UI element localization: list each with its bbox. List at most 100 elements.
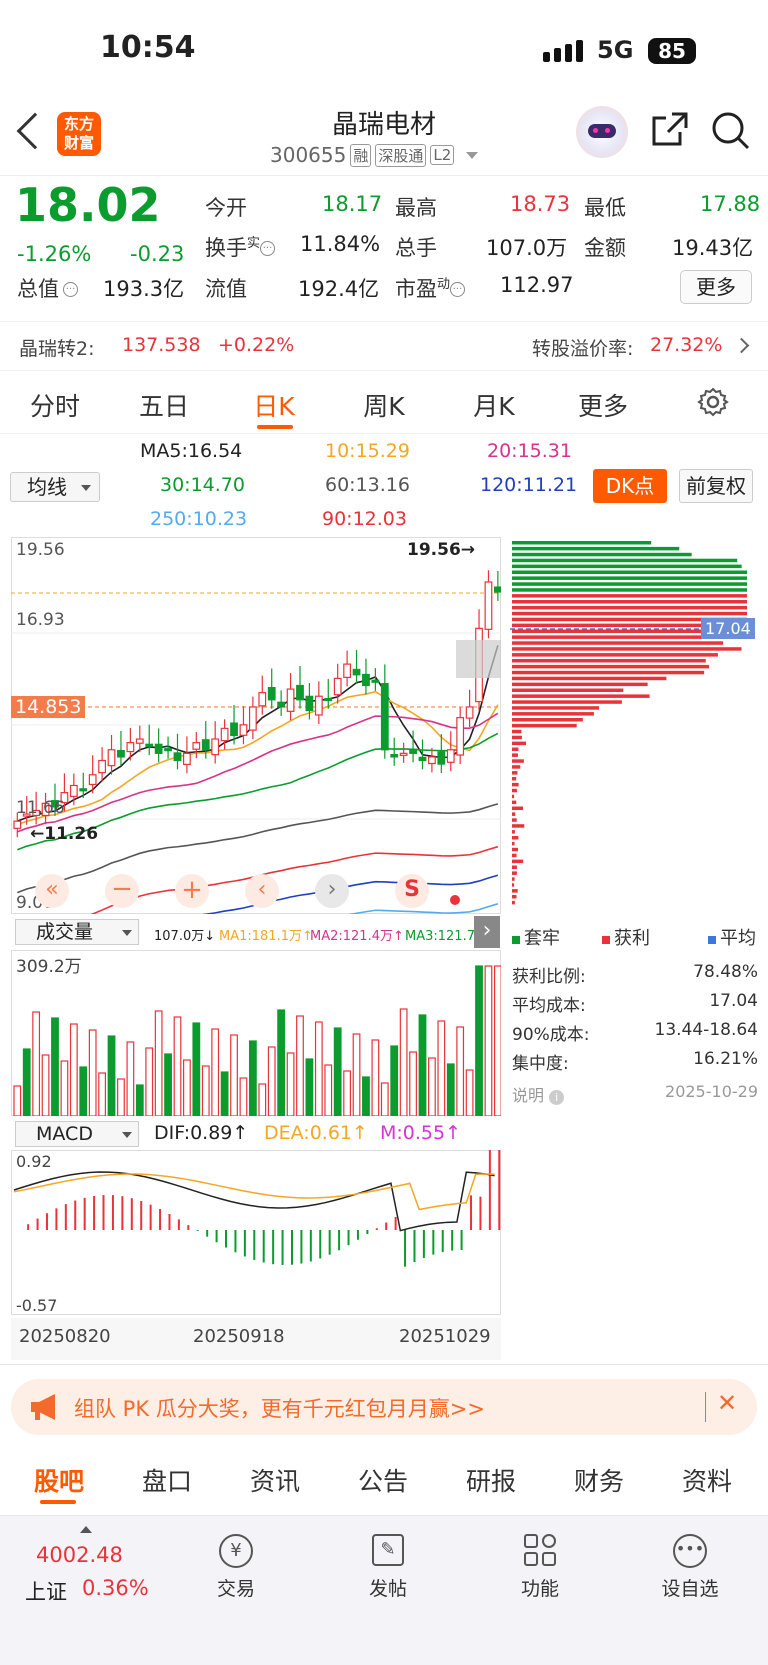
active-tab-indicator	[40, 1500, 76, 1504]
volume-bar	[476, 966, 483, 1116]
chip-bar	[512, 748, 518, 752]
concentration-label: 集中度:	[512, 1049, 569, 1074]
zoom-out-icon[interactable]: −	[105, 874, 139, 908]
stock-code-row[interactable]: 300655 融 深股通 L2	[270, 142, 478, 168]
volume-select-label: 成交量	[36, 921, 93, 943]
collapse-panel-icon[interactable]: ›	[474, 916, 500, 948]
share-icon[interactable]	[650, 110, 690, 150]
bond-change: +0.22%	[218, 334, 294, 356]
tab-guba[interactable]: 股吧	[14, 1462, 104, 1498]
s-signal-icon[interactable]: S	[395, 874, 429, 908]
badge-rong: 融	[350, 144, 371, 167]
trade-button[interactable]: ¥ 交易	[196, 1526, 276, 1606]
settings-gear-icon[interactable]	[697, 386, 729, 418]
post-button[interactable]: ✎ 发帖	[348, 1526, 428, 1606]
bond-name: 晶瑞转2:	[19, 334, 95, 361]
macd-select-label: MACD	[36, 1123, 93, 1145]
rewind-icon[interactable]: «	[35, 874, 69, 908]
pe-sup: 动	[437, 277, 450, 292]
chip-bar	[512, 571, 747, 575]
note-link[interactable]: 说明 i	[512, 1082, 564, 1106]
ma120-label: 120:11.21	[480, 474, 577, 496]
chip-bar	[512, 860, 523, 864]
volume-select[interactable]: 成交量	[15, 919, 139, 945]
legend-profit-label: 获利	[614, 928, 650, 949]
macd-chart	[11, 1150, 501, 1315]
volume-bar	[193, 1023, 200, 1116]
volume-label: 总手	[395, 232, 437, 262]
more-button[interactable]: 更多	[680, 270, 752, 304]
step-back-icon[interactable]: ‹	[245, 874, 279, 908]
info-icon[interactable]: ···	[63, 282, 78, 297]
candle-body	[174, 753, 181, 761]
candles	[14, 570, 501, 837]
tab-monthly-k[interactable]: 月K	[449, 387, 539, 423]
info-icon[interactable]: ···	[260, 241, 275, 256]
tab-daily-k[interactable]: 日K	[229, 387, 319, 423]
volume-value: 107.0万↓	[154, 925, 215, 944]
volume-bar	[99, 1073, 106, 1116]
candle-body	[457, 718, 464, 755]
content-tabs: 股吧 盘口 资讯 公告 研报 财务 资料	[0, 1450, 768, 1510]
ma30-label: 30:14.70	[160, 474, 245, 496]
chip-bar	[512, 830, 515, 834]
tab-more[interactable]: 更多	[558, 387, 648, 423]
volume-bar	[118, 1079, 125, 1116]
step-forward-icon[interactable]: ›	[315, 874, 349, 908]
volume-bar	[400, 1009, 407, 1116]
tab-announcements[interactable]: 公告	[338, 1462, 428, 1498]
index-ticker[interactable]: 4002.48 上证 0.36%	[18, 1526, 168, 1596]
index-change: 0.36%	[82, 1576, 149, 1600]
high-label: 最高	[395, 192, 437, 222]
search-icon[interactable]	[710, 110, 752, 152]
chip-bar	[512, 659, 706, 663]
tab-news[interactable]: 资讯	[230, 1462, 320, 1498]
cost90-label: 90%成本:	[512, 1020, 590, 1045]
volume-bar	[382, 1083, 389, 1116]
robot-avatar-icon[interactable]	[576, 106, 628, 158]
tab-finance[interactable]: 财务	[554, 1462, 644, 1498]
chip-bar	[512, 706, 599, 710]
convertible-bond-row[interactable]: 晶瑞转2: 137.538 +0.22% 转股溢价率: 27.32%	[0, 322, 768, 370]
chip-bar	[512, 753, 518, 757]
volume-bar	[344, 1071, 351, 1116]
candle-body	[165, 749, 172, 751]
tab-profile[interactable]: 资料	[662, 1462, 752, 1498]
last-price: 18.02	[15, 178, 161, 232]
macd-select[interactable]: MACD	[15, 1121, 139, 1147]
chip-date: 2025-10-29	[665, 1082, 758, 1101]
chip-bar	[512, 576, 747, 580]
tab-research[interactable]: 研报	[446, 1462, 536, 1498]
tab-intraday[interactable]: 分时	[10, 387, 100, 423]
close-icon[interactable]: ✕	[717, 1389, 737, 1417]
chip-bar	[512, 677, 666, 681]
volume-bar	[363, 1077, 370, 1116]
candlestick-chart[interactable]	[11, 537, 501, 914]
open-value: 18.17	[322, 192, 382, 216]
promo-banner[interactable]: 组队 PK 瓜分大奖，更有千元红包月月赢>> ✕	[11, 1379, 757, 1435]
functions-button[interactable]: 功能	[500, 1526, 580, 1606]
ma-select[interactable]: 均线	[10, 472, 100, 502]
tab-5day[interactable]: 五日	[119, 387, 209, 423]
chip-bar	[512, 795, 514, 799]
expand-up-icon	[80, 1526, 92, 1533]
candle-body	[202, 740, 209, 750]
dk-point-button[interactable]: DK点	[593, 469, 667, 503]
add-watchlist-button[interactable]: ••• 设自选	[650, 1526, 730, 1606]
chip-bar	[512, 783, 519, 787]
tab-weekly-k[interactable]: 周K	[339, 387, 429, 423]
chip-bar	[512, 647, 741, 651]
chip-bar	[512, 730, 521, 734]
volume-bar	[174, 1017, 181, 1116]
scroll-handle[interactable]	[456, 640, 501, 678]
info-icon[interactable]: ···	[450, 282, 465, 297]
premium-label: 转股溢价率:	[532, 334, 633, 361]
zoom-in-icon[interactable]: +	[175, 874, 209, 908]
chip-bar	[512, 694, 650, 698]
candle-body	[363, 674, 370, 685]
volume-bar	[240, 1078, 247, 1116]
tab-pankou[interactable]: 盘口	[122, 1462, 212, 1498]
forward-adjust-button[interactable]: 前复权	[679, 469, 753, 503]
ma20-label: 20:15.31	[487, 440, 572, 462]
candle-body	[334, 678, 341, 694]
